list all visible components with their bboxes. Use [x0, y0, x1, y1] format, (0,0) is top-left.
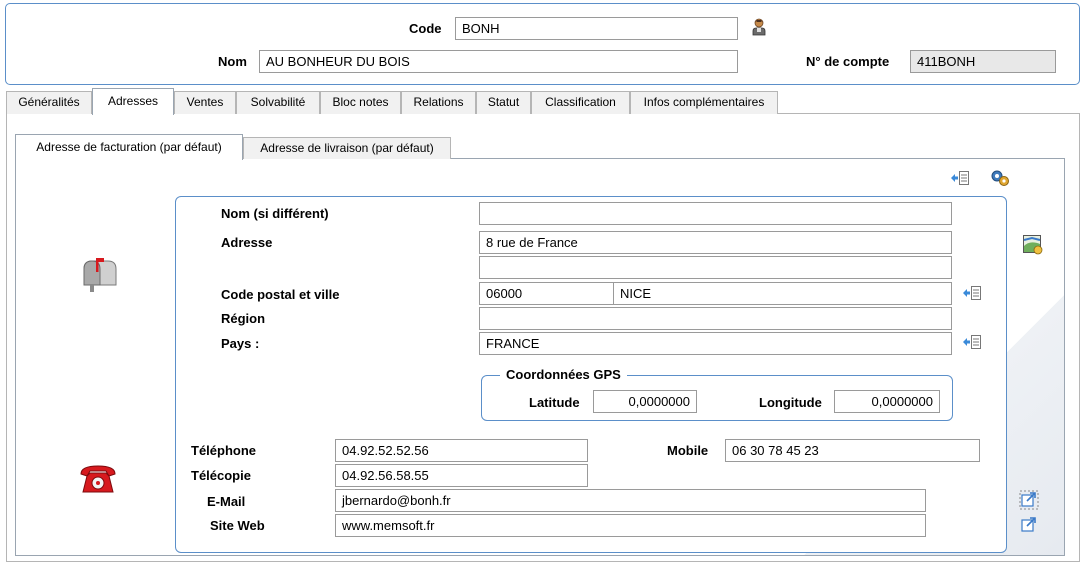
map-icon[interactable] [1022, 234, 1044, 256]
site-web-label: Site Web [210, 518, 265, 533]
compte-label: N° de compte [806, 54, 890, 69]
region-field[interactable] [479, 307, 952, 330]
latitude-label: Latitude [529, 395, 580, 410]
telecopie-field[interactable]: 04.92.56.58.55 [335, 464, 588, 487]
gps-title: Coordonnées GPS [500, 367, 627, 382]
nom-different-field[interactable] [479, 202, 952, 225]
mobile-label: Mobile [667, 443, 709, 458]
telephone-label: Téléphone [191, 443, 257, 458]
code-label: Code [409, 21, 442, 36]
tab-statut[interactable]: Statut [476, 91, 531, 114]
site-web-field[interactable]: www.memsoft.fr [335, 514, 926, 537]
region-label: Région [221, 311, 266, 326]
gear-icon[interactable] [990, 169, 1010, 187]
adresse-line1-field[interactable]: 8 rue de France [479, 231, 952, 254]
email-field[interactable]: jbernardo@bonh.fr [335, 489, 926, 512]
adresse-label: Adresse [221, 235, 273, 250]
tab-generalites[interactable]: Généralités [6, 91, 92, 114]
pays-field[interactable]: FRANCE [479, 332, 952, 355]
code-postal-field[interactable]: 06000 [479, 282, 614, 305]
phone-icon [80, 465, 116, 493]
pays-label: Pays : [221, 336, 260, 351]
mobile-field[interactable]: 06 30 78 45 23 [725, 439, 980, 462]
nom-different-label: Nom (si différent) [221, 206, 329, 221]
latitude-field[interactable]: 0,0000000 [593, 390, 697, 413]
mailbox-icon [83, 258, 117, 292]
tab-bloc-notes[interactable]: Bloc notes [320, 91, 401, 114]
lookup-list-icon[interactable] [962, 334, 982, 350]
tab-relations[interactable]: Relations [401, 91, 476, 114]
cp-ville-label: Code postal et ville [221, 287, 340, 302]
tab-ventes[interactable]: Ventes [174, 91, 236, 114]
adresse-line2-field[interactable] [479, 256, 952, 279]
longitude-label: Longitude [759, 395, 822, 410]
longitude-field[interactable]: 0,0000000 [834, 390, 940, 413]
tab-solvabilite[interactable]: Solvabilité [236, 91, 320, 114]
user-icon[interactable] [752, 18, 766, 36]
tab-adresses[interactable]: Adresses [92, 88, 174, 115]
nom-field[interactable]: AU BONHEUR DU BOIS [259, 50, 738, 73]
lookup-list-icon[interactable] [962, 285, 982, 301]
compte-field: 411BONH [910, 50, 1056, 73]
subtab-livraison[interactable]: Adresse de livraison (par défaut) [243, 137, 451, 159]
tab-classification[interactable]: Classification [531, 91, 630, 114]
code-field[interactable]: BONH [455, 17, 738, 40]
subtab-facturation[interactable]: Adresse de facturation (par défaut) [15, 134, 243, 160]
telecopie-label: Télécopie [191, 468, 251, 483]
open-link-icon[interactable] [1018, 489, 1040, 511]
email-label: E-Mail [207, 494, 246, 509]
nom-label: Nom [218, 54, 247, 69]
ville-field[interactable]: NICE [613, 282, 952, 305]
open-link-icon[interactable] [1018, 514, 1040, 536]
telephone-field[interactable]: 04.92.52.52.56 [335, 439, 588, 462]
lookup-list-icon[interactable] [950, 170, 970, 186]
tab-infos-complementaires[interactable]: Infos complémentaires [630, 91, 778, 114]
